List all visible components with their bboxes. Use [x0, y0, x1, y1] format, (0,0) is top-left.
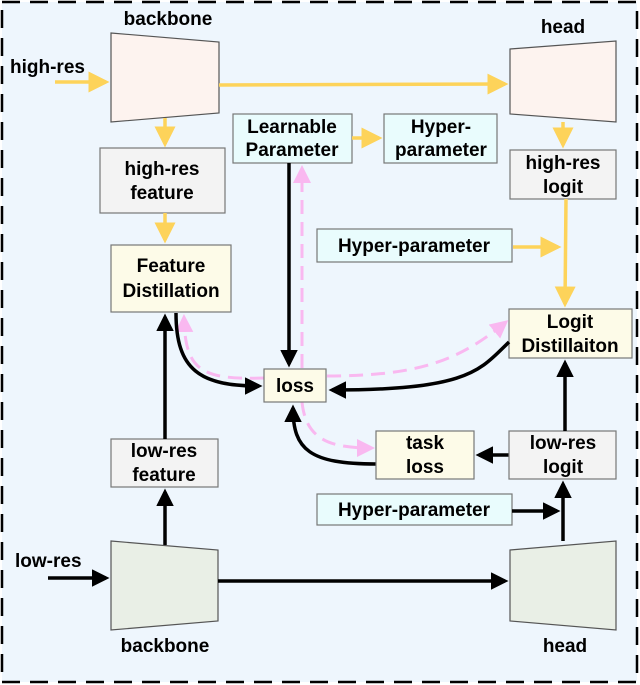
low-res-logit-text: logit: [543, 457, 584, 478]
hyper-parameter-text: Hyper-parameter: [338, 236, 491, 257]
learnable-parameter-text: Parameter: [246, 140, 340, 161]
top-backbone-label: backbone: [124, 9, 213, 30]
bottom-head: [509, 540, 617, 631]
task-loss-text: loss: [406, 457, 444, 478]
bottom-head-label: head: [543, 636, 587, 657]
low-res-logit-text: low-res: [530, 433, 597, 454]
low-res-feature-text: feature: [132, 465, 195, 486]
high-res-logit-text: high-res: [526, 153, 601, 174]
high-res-feature-text: high-res: [125, 159, 200, 180]
high-res-feature-text: feature: [130, 183, 193, 204]
hyper-parameter-text: parameter: [395, 140, 487, 161]
distillation-diagram: backbone high-res head high-res feature …: [0, 0, 639, 684]
feature-distillation-text: Distillation: [122, 281, 219, 302]
arrow: [218, 73, 509, 95]
feature-distillation-text: Feature: [137, 256, 206, 277]
logit-distillation-text: Distillaiton: [521, 336, 618, 357]
high-res-input-label: high-res: [10, 57, 85, 78]
top-backbone: [110, 32, 220, 123]
high-res-logit-text: logit: [543, 177, 584, 198]
learnable-parameter-text: Learnable: [247, 117, 337, 138]
arrow: [554, 198, 576, 308]
loss-text: loss: [276, 376, 314, 397]
logit-distillation-text: Logit: [547, 312, 594, 333]
hyper-parameter-text: Hyper-: [411, 117, 471, 138]
task-loss-text: task: [406, 433, 444, 454]
top-head-label: head: [541, 17, 585, 38]
top-head: [509, 40, 617, 123]
bottom-backbone-label: backbone: [121, 636, 210, 657]
low-res-input-label: low-res: [15, 551, 82, 572]
low-res-feature-text: low-res: [131, 441, 198, 462]
hyper-parameter-text: Hyper-parameter: [338, 500, 491, 521]
bottom-backbone: [110, 540, 219, 631]
